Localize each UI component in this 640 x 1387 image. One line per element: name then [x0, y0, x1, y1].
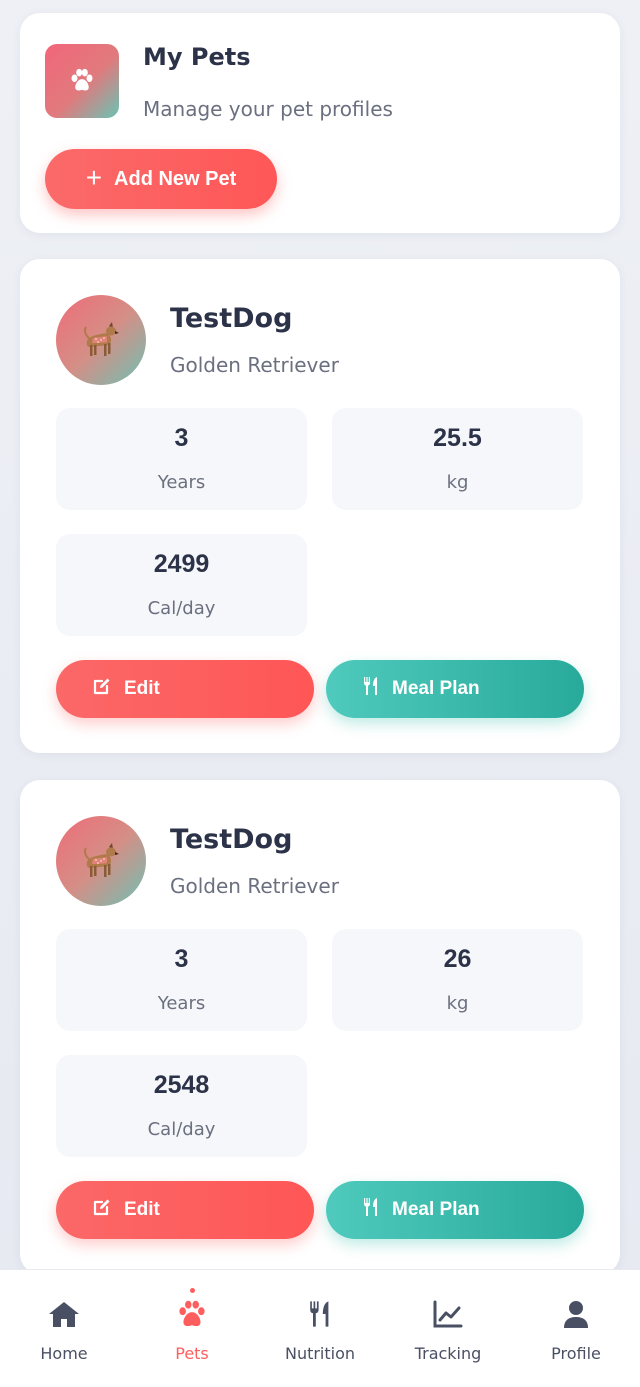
stat-calories: 2548 Cal/day [56, 1055, 307, 1157]
stat-label: Cal/day [147, 598, 216, 619]
edit-label: Edit [124, 1199, 160, 1220]
nav-item-profile[interactable]: Profile [512, 1270, 640, 1387]
home-icon [47, 1300, 81, 1328]
stat-value: 26 [443, 945, 472, 973]
stat-value: 2548 [153, 1071, 210, 1099]
stat-label: kg [446, 472, 469, 493]
stat-weight: 26 kg [332, 929, 583, 1031]
edit-button[interactable]: Edit [56, 1181, 314, 1239]
stat-label: kg [446, 993, 469, 1014]
add-new-pet-button[interactable]: + Add New Pet [45, 149, 277, 209]
stat-value: 25.5 [433, 424, 482, 452]
nav-label: Tracking [414, 1344, 482, 1363]
add-new-pet-label: Add New Pet [114, 167, 237, 190]
stat-label: Years [157, 993, 206, 1014]
stat-value: 2499 [153, 550, 210, 578]
paw-icon [177, 1300, 207, 1328]
bottom-nav: Home Pets Nutrition Tracking Profile [0, 1269, 640, 1387]
edit-button[interactable]: Edit [56, 660, 314, 718]
meal-plan-label: Meal Plan [392, 678, 480, 699]
nav-item-nutrition[interactable]: Nutrition [256, 1270, 384, 1387]
header-card: My Pets Manage your pet profiles + Add N… [20, 13, 620, 233]
edit-label: Edit [124, 678, 160, 699]
chart-line-icon [433, 1300, 463, 1328]
user-icon [563, 1300, 589, 1328]
stat-calories: 2499 Cal/day [56, 534, 307, 636]
nav-item-tracking[interactable]: Tracking [384, 1270, 512, 1387]
stat-label: Cal/day [147, 1119, 216, 1140]
stat-label: Years [157, 472, 206, 493]
paw-icon [45, 44, 119, 118]
dog-icon [56, 816, 146, 906]
utensils-icon [307, 1300, 333, 1328]
meal-plan-button[interactable]: Meal Plan [326, 1181, 584, 1239]
page-subtitle: Manage your pet profiles [143, 97, 393, 121]
pet-name: TestDog [170, 303, 293, 334]
dog-icon [56, 295, 146, 385]
plus-icon: + [85, 161, 103, 193]
meal-plan-button[interactable]: Meal Plan [326, 660, 584, 718]
stat-age: 3 Years [56, 408, 307, 510]
stat-value: 3 [174, 945, 189, 973]
utensils-icon [362, 1197, 380, 1223]
page-title: My Pets [143, 43, 251, 71]
pet-card: TestDog Golden Retriever 3 Years 25.5 kg… [20, 259, 620, 753]
pet-breed: Golden Retriever [170, 353, 339, 377]
edit-icon [92, 676, 112, 702]
stat-age: 3 Years [56, 929, 307, 1031]
nav-item-home[interactable]: Home [0, 1270, 128, 1387]
nav-label: Home [40, 1344, 88, 1363]
stat-weight: 25.5 kg [332, 408, 583, 510]
edit-icon [92, 1197, 112, 1223]
nav-label: Nutrition [284, 1344, 356, 1363]
pet-breed: Golden Retriever [170, 874, 339, 898]
stat-value: 3 [174, 424, 189, 452]
pet-name: TestDog [170, 824, 293, 855]
pet-card: TestDog Golden Retriever 3 Years 26 kg 2… [20, 780, 620, 1274]
nav-item-pets[interactable]: Pets [128, 1270, 256, 1387]
utensils-icon [362, 676, 380, 702]
nav-label: Profile [551, 1344, 601, 1363]
meal-plan-label: Meal Plan [392, 1199, 480, 1220]
nav-label: Pets [175, 1344, 209, 1363]
active-indicator [189, 1288, 195, 1293]
